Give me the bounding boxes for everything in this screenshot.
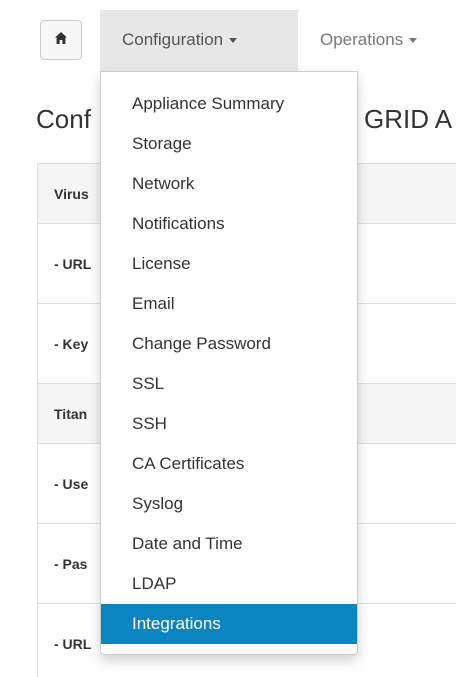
- nav-configuration-label: Configuration: [122, 30, 224, 49]
- nav-configuration-dropdown[interactable]: Configuration: [100, 10, 298, 72]
- menu-item-license[interactable]: License: [101, 244, 357, 284]
- page-title-right: GRID A: [364, 104, 453, 134]
- menu-item-change-password[interactable]: Change Password: [101, 324, 357, 364]
- page: Configuration Operations Conf GRID A Vir…: [0, 0, 456, 677]
- caret-down-icon: [229, 38, 238, 44]
- menu-item-email[interactable]: Email: [101, 284, 357, 324]
- menu-item-network[interactable]: Network: [101, 164, 357, 204]
- menu-item-appliance-summary[interactable]: Appliance Summary: [101, 84, 357, 124]
- page-title-left: Conf: [36, 104, 91, 134]
- menu-item-ca-certificates[interactable]: CA Certificates: [101, 444, 357, 484]
- menu-item-date-and-time[interactable]: Date and Time: [101, 524, 357, 564]
- menu-item-integrations[interactable]: Integrations: [101, 604, 357, 644]
- nav-operations-dropdown[interactable]: Operations: [320, 10, 418, 72]
- row-label: - Pas: [54, 555, 88, 572]
- row-label: - Key: [54, 335, 89, 352]
- row-label: Titan: [54, 405, 88, 422]
- row-label: - URL: [54, 635, 92, 652]
- menu-item-storage[interactable]: Storage: [101, 124, 357, 164]
- home-icon: [54, 31, 68, 50]
- nav-operations-label: Operations: [320, 30, 404, 49]
- row-label: - URL: [54, 255, 92, 272]
- home-icon-graphic: [55, 31, 67, 44]
- menu-item-ldap[interactable]: LDAP: [101, 564, 357, 604]
- row-label: Virus: [54, 185, 89, 202]
- home-button[interactable]: [40, 20, 82, 60]
- row-label: - Use: [54, 475, 89, 492]
- menu-item-ssh[interactable]: SSH: [101, 404, 357, 444]
- menu-item-ssl[interactable]: SSL: [101, 364, 357, 404]
- menu-item-syslog[interactable]: Syslog: [101, 484, 357, 524]
- caret-down-icon: [409, 38, 418, 44]
- configuration-dropdown-menu: Appliance Summary Storage Network Notifi…: [100, 71, 358, 655]
- menu-item-notifications[interactable]: Notifications: [101, 204, 357, 244]
- top-navbar: Configuration Operations: [0, 0, 456, 72]
